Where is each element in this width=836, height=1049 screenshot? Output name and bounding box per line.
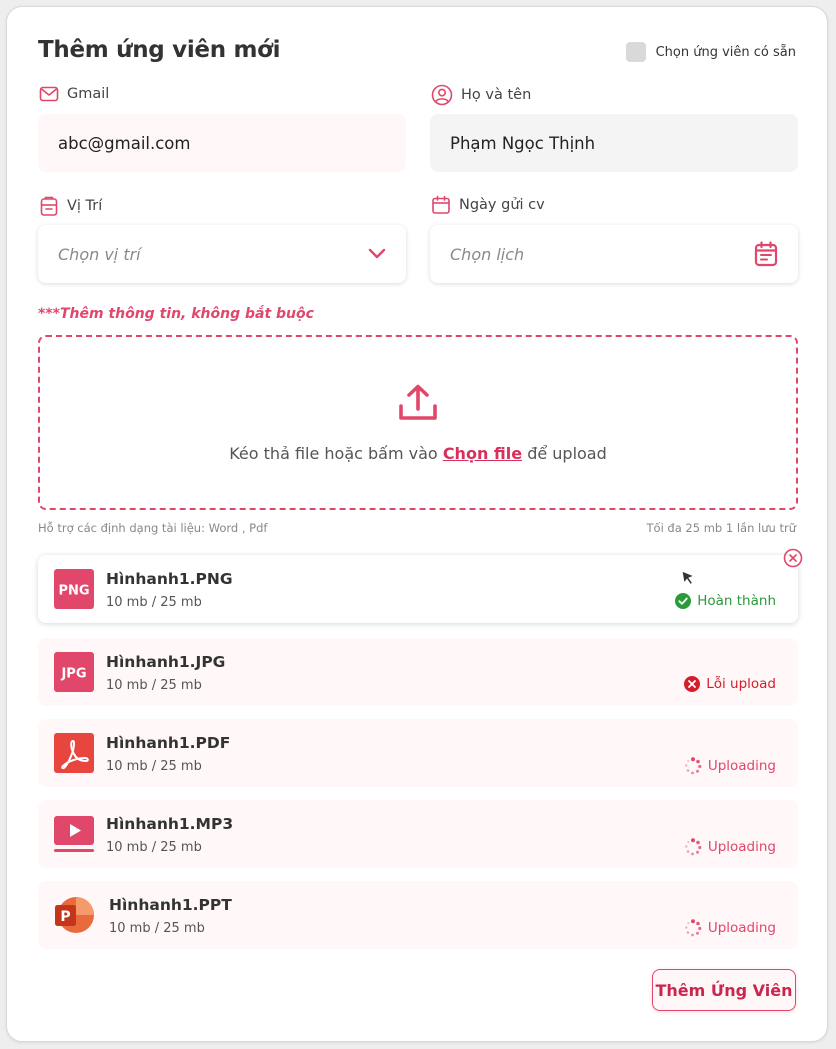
upload-status-uploading: Uploading — [684, 919, 776, 937]
media-file-icon — [54, 816, 94, 852]
file-name: Hìnhanh1.PDF — [106, 734, 231, 752]
jpg-badge-text: JPG — [60, 667, 86, 682]
file-size: 10 mb / 25 mb — [109, 921, 205, 936]
spinner-icon — [684, 919, 702, 937]
choose-file-link[interactable]: Chọn file — [443, 444, 522, 463]
file-size: 10 mb / 25 mb — [106, 759, 202, 774]
fullname-value: Phạm Ngọc Thịnh — [450, 133, 596, 153]
upload-status-error: Lỗi upload — [684, 676, 776, 692]
file-name: Hìnhanh1.MP3 — [106, 815, 234, 833]
fullname-label: Họ và tên — [461, 87, 532, 103]
page-title: Thêm ứng viên mới — [38, 37, 281, 63]
position-placeholder: Chọn vị trí — [58, 244, 141, 264]
error-circle-icon — [684, 676, 701, 692]
upload-status-uploading: Uploading — [684, 838, 776, 856]
spinner-icon — [684, 838, 702, 856]
position-label-group: Vị Trí — [39, 195, 102, 217]
spinner-icon — [684, 757, 702, 775]
existing-candidate-label: Chọn ứng viên có sẵn — [655, 44, 796, 60]
dropzone-text-after: để upload — [527, 444, 607, 463]
gmail-label-group: Gmail — [39, 84, 109, 104]
status-text: Uploading — [707, 920, 776, 936]
powerpoint-file-icon: P — [55, 897, 94, 933]
check-circle-icon — [675, 593, 692, 609]
mail-icon — [39, 86, 59, 102]
upload-icon — [399, 384, 437, 420]
file-row-ppt[interactable]: P Hìnhanh1.PPT 10 mb / 25 mb Uploading — [38, 881, 798, 949]
add-candidate-card: Thêm ứng viên mới Chọn ứng viên có sẵn G… — [6, 6, 828, 1042]
user-circle-icon — [431, 84, 453, 106]
file-size: 10 mb / 25 mb — [106, 595, 202, 610]
status-text: Uploading — [707, 839, 776, 855]
add-candidate-button[interactable]: Thêm Ứng Viên — [652, 969, 796, 1011]
date-label: Ngày gửi cv — [459, 197, 545, 213]
file-row-jpg[interactable]: JPG Hìnhanh1.JPG 10 mb / 25 mb Lỗi uploa… — [38, 638, 798, 706]
file-dropzone[interactable]: Kéo thả file hoặc bấm vào Chọn file để u… — [38, 335, 798, 510]
existing-candidate-toggle[interactable]: Chọn ứng viên có sẵn — [625, 42, 796, 62]
gmail-label: Gmail — [67, 86, 110, 102]
optional-info-note: ***Thêm thông tin, không bắt buộc — [38, 306, 314, 322]
status-text: Lỗi upload — [706, 676, 776, 692]
file-row-pdf[interactable]: Hìnhanh1.PDF 10 mb / 25 mb Uploading — [38, 719, 798, 787]
calendar-picker-icon[interactable] — [754, 241, 778, 267]
chevron-down-icon[interactable] — [368, 248, 386, 260]
status-text: Uploading — [707, 758, 776, 774]
date-placeholder: Chọn lịch — [450, 244, 525, 264]
dropzone-text: Kéo thả file hoặc bấm vào Chọn file để u… — [229, 444, 607, 463]
file-row-mp3[interactable]: Hìnhanh1.MP3 10 mb / 25 mb Uploading — [38, 800, 798, 868]
date-picker[interactable]: Chọn lịch — [430, 225, 798, 283]
file-size: 10 mb / 25 mb — [106, 678, 202, 693]
file-size: 10 mb / 25 mb — [106, 840, 202, 855]
file-row-png[interactable]: PNG Hìnhanh1.PNG 10 mb / 25 mb Hoàn thàn… — [38, 548, 803, 623]
file-name: Hìnhanh1.PPT — [109, 896, 232, 914]
date-label-group: Ngày gửi cv — [431, 195, 545, 215]
supported-formats-hint: Hỗ trợ các định dạng tài liệu: Word , Pd… — [38, 521, 268, 535]
pdf-file-icon — [54, 733, 94, 773]
existing-candidate-checkbox[interactable] — [625, 42, 646, 62]
remove-file-button[interactable] — [783, 548, 803, 568]
position-label: Vị Trí — [67, 198, 103, 214]
size-limit-hint: Tối đa 25 mb 1 lần lưu trữ — [646, 521, 796, 535]
png-badge-text: PNG — [58, 584, 89, 599]
upload-status-complete: Hoàn thành — [675, 593, 776, 609]
gmail-field[interactable]: abc@gmail.com — [38, 114, 406, 172]
dropzone-text-before: Kéo thả file hoặc bấm vào — [229, 444, 438, 463]
briefcase-icon — [40, 196, 58, 216]
upload-status-uploading: Uploading — [684, 757, 776, 775]
jpg-file-icon: JPG — [54, 652, 94, 692]
fullname-label-group: Họ và tên — [431, 84, 531, 106]
png-file-icon: PNG — [54, 569, 94, 609]
gmail-value: abc@gmail.com — [58, 133, 191, 153]
status-text: Hoàn thành — [697, 593, 776, 609]
calendar-icon — [432, 195, 450, 214]
position-select[interactable]: Chọn vị trí — [38, 225, 406, 283]
mouse-cursor-icon — [681, 570, 696, 586]
fullname-field[interactable]: Phạm Ngọc Thịnh — [430, 114, 798, 172]
file-name: Hìnhanh1.PNG — [106, 570, 233, 588]
ppt-badge-text: P — [60, 909, 70, 925]
file-name: Hìnhanh1.JPG — [106, 653, 226, 671]
